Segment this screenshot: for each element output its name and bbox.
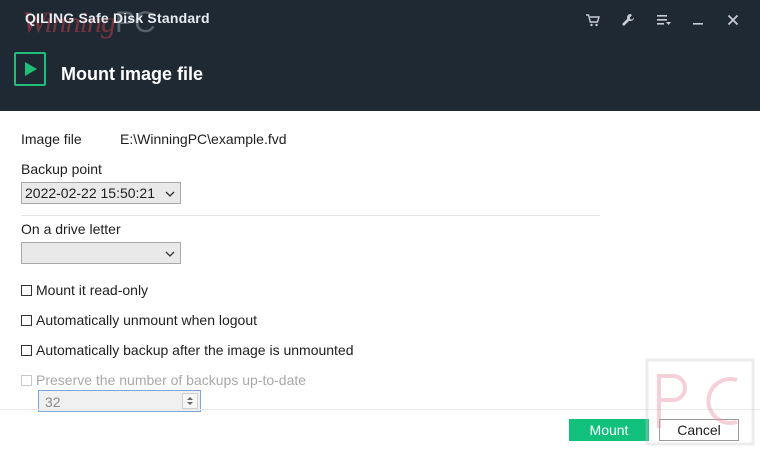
mount-button[interactable]: Mount <box>569 419 649 441</box>
close-icon[interactable] <box>715 10 750 30</box>
auto-unmount-checkbox[interactable] <box>21 314 32 326</box>
auto-backup-checkbox[interactable] <box>21 344 32 356</box>
auto-unmount-label: Automatically unmount when logout <box>36 312 258 328</box>
footer-divider <box>0 409 760 410</box>
backup-point-select[interactable]: 2022-02-22 15:50:21 <box>21 182 181 204</box>
backup-point-value: 2022-02-22 15:50:21 <box>25 185 155 201</box>
auto-backup-option[interactable]: Automatically backup after the image is … <box>21 342 354 358</box>
auto-unmount-option[interactable]: Automatically unmount when logout <box>21 312 257 328</box>
wrench-icon[interactable] <box>610 10 645 30</box>
auto-backup-label: Automatically backup after the image is … <box>36 342 354 358</box>
cancel-button[interactable]: Cancel <box>659 419 739 441</box>
minimize-icon[interactable] <box>680 10 715 30</box>
spinner-arrows[interactable] <box>182 393 198 409</box>
header-bar: WinningPC QILING Safe Disk Standard Moun… <box>0 0 760 111</box>
drive-letter-label: On a drive letter <box>21 221 121 237</box>
backup-point-label: Backup point <box>21 161 102 177</box>
menu-icon[interactable] <box>645 10 680 30</box>
preserve-backups-label: Preserve the number of backups up-to-dat… <box>36 372 307 388</box>
readonly-label: Mount it read-only <box>36 282 149 298</box>
cart-icon[interactable] <box>575 10 610 30</box>
app-title: QILING Safe Disk Standard <box>25 10 210 26</box>
image-file-path: E:\WinningPC\example.fvd <box>120 131 287 147</box>
section-divider <box>21 215 600 216</box>
chevron-down-icon <box>165 191 175 197</box>
preserve-backups-checkbox[interactable] <box>21 374 32 386</box>
mount-play-icon <box>14 52 46 86</box>
readonly-option[interactable]: Mount it read-only <box>21 282 148 298</box>
page-title: Mount image file <box>61 64 204 84</box>
readonly-checkbox[interactable] <box>21 284 32 296</box>
backups-count-value: 32 <box>45 394 61 410</box>
up-down-arrows-icon <box>187 397 193 405</box>
drive-letter-select[interactable] <box>21 242 181 264</box>
preserve-backups-option[interactable]: Preserve the number of backups up-to-dat… <box>21 372 306 388</box>
chevron-down-icon <box>165 251 175 257</box>
image-file-label: Image file <box>21 131 82 147</box>
title-bar-controls <box>575 10 750 30</box>
